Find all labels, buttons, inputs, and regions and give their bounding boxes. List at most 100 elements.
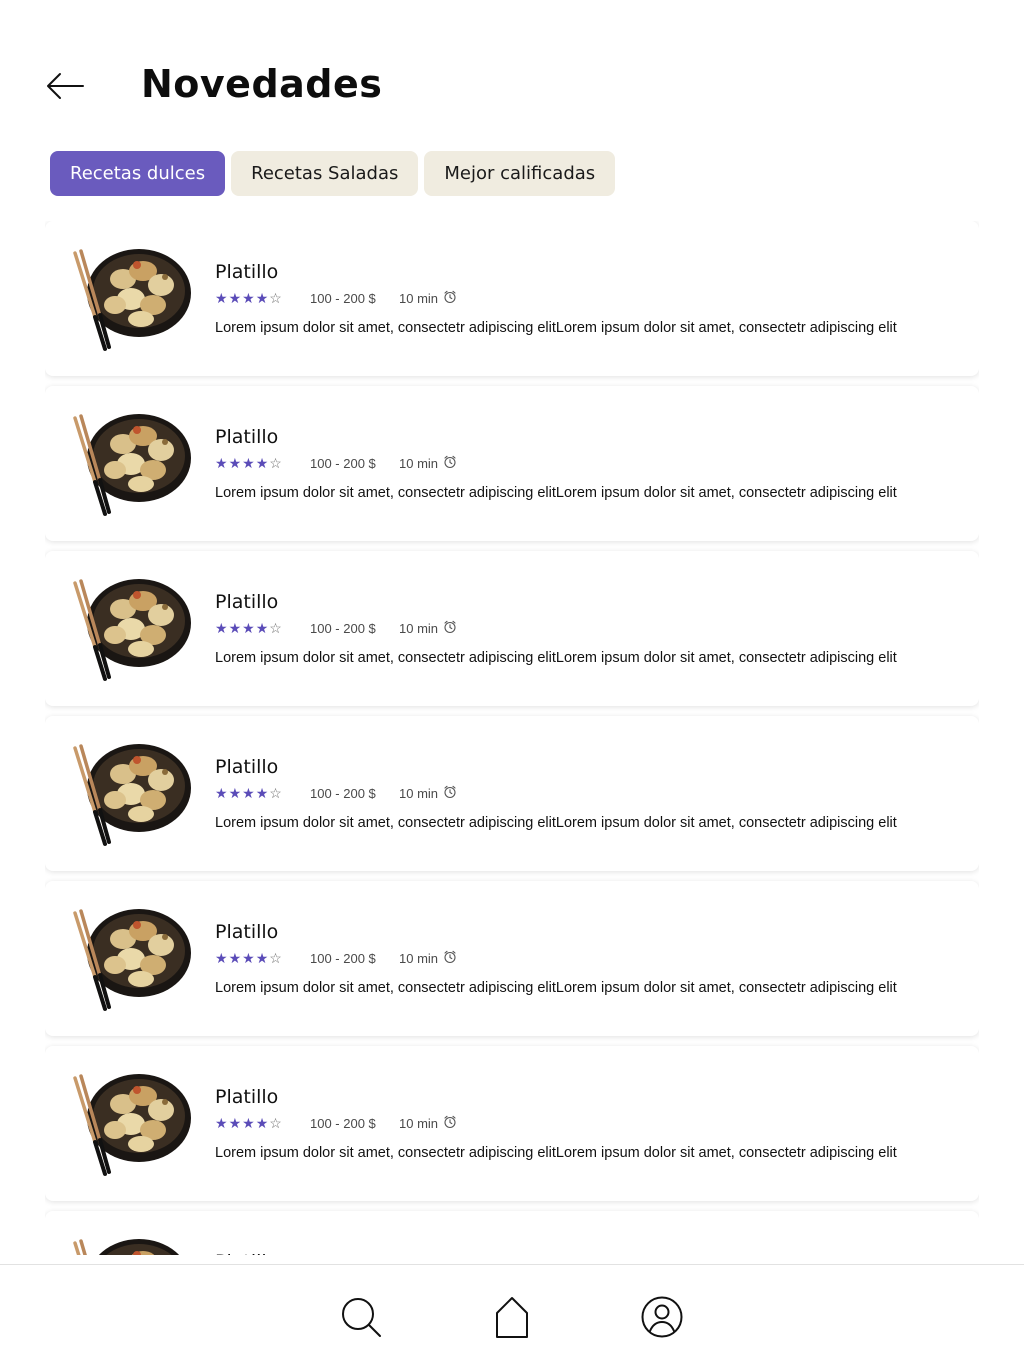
rating-stars: ★ ★ ★ ★ ☆ <box>215 455 310 471</box>
recipe-price: 100 - 200 $ <box>310 785 376 801</box>
star-filled-icon: ★ <box>228 950 242 966</box>
recipe-price: 100 - 200 $ <box>310 290 376 306</box>
recipe-name: Platillo <box>215 426 279 448</box>
recipe-card[interactable]: Platillo ★★★★☆ 100 - 200 $ 10 min Lorem … <box>45 221 979 376</box>
nav-profile-button[interactable] <box>638 1293 686 1341</box>
recipe-price: 100 - 200 $ <box>310 950 376 966</box>
arrow-left-icon <box>47 73 84 99</box>
star-filled-icon: ★ <box>228 1115 242 1131</box>
recipe-meta: ★ ★ ★ ★ ☆ 100 - 200 $ 10 min <box>215 620 457 636</box>
rating-stars: ★ ★ ★ ★ ☆ <box>215 620 310 636</box>
star-filled-icon: ★ <box>215 455 228 471</box>
recipe-time-label: 10 min <box>399 1115 439 1131</box>
clock-icon <box>443 455 457 472</box>
recipe-description: Lorem ipsum dolor sit amet, consectetr a… <box>215 485 897 501</box>
recipe-list: Platillo ★ ★ ★ ★ ☆ 100 - 200 $ 10 min Lorem … <box>45 221 979 1255</box>
star-filled-icon: ★ <box>242 620 255 636</box>
star-filled-icon: ★ <box>255 950 269 966</box>
back-button[interactable] <box>44 68 88 104</box>
recipe-description: Lorem ipsum dolor sit amet, consectetr a… <box>215 1145 897 1161</box>
star-filled-icon: ★ <box>255 290 269 306</box>
star-filled-icon: ★ <box>255 1115 269 1131</box>
tab-recetas-dulces[interactable]: Recetas dulces <box>50 151 226 196</box>
recipe-description: Lorem ipsum dolor sit amet, consectetr a… <box>215 980 897 996</box>
star-filled-icon: ★ <box>255 455 269 471</box>
star-empty-icon: ☆ <box>269 455 282 471</box>
clock-icon <box>443 620 457 637</box>
clock-icon <box>443 785 457 802</box>
recipe-time: 10 min <box>399 620 457 637</box>
star-empty-icon: ☆ <box>269 1115 282 1131</box>
recipe-name: Platillo <box>215 591 279 613</box>
dish-image <box>71 241 195 353</box>
recipe-time: 10 min <box>399 455 457 472</box>
rating-stars: ★ ★ ★ ★ ☆ <box>215 1115 310 1131</box>
recipe-name: Platillo <box>215 1251 278 1255</box>
bottom-nav <box>0 1264 1024 1366</box>
app-screen: Novedades Recetas dulces Recetas Saladas… <box>0 0 1024 1366</box>
header: Novedades <box>0 0 1024 130</box>
recipe-time-label: 10 min <box>399 785 439 801</box>
recipe-time: 10 min <box>399 1115 457 1132</box>
star-filled-icon: ★ <box>215 785 228 801</box>
recipe-description: Lorem ipsum dolor sit amet, consectetr a… <box>215 320 897 336</box>
star-filled-icon: ★ <box>255 620 269 636</box>
home-icon <box>496 1297 528 1338</box>
star-filled-icon: ★ <box>242 290 255 306</box>
recipe-price: 100 - 200 $ <box>310 620 376 636</box>
recipe-meta: ★ ★ ★ ★ ☆ 100 - 200 $ 10 min <box>215 1115 457 1131</box>
star-filled-icon: ★ <box>215 950 228 966</box>
star-filled-icon: ★ <box>228 785 242 801</box>
recipe-meta: ★ ★ ★ ★ ☆ 100 - 200 $ 10 min <box>215 950 457 966</box>
tab-recetas-saladas[interactable]: Recetas Saladas <box>231 151 419 196</box>
star-filled-icon: ★ <box>215 290 228 306</box>
star-empty-icon: ☆ <box>269 620 282 636</box>
dish-image <box>71 1066 195 1178</box>
star-filled-icon: ★ <box>215 620 228 636</box>
recipe-time-label: 10 min <box>399 620 439 636</box>
dish-image <box>71 901 195 1013</box>
search-icon <box>342 1298 381 1337</box>
dish-image <box>71 571 195 683</box>
star-filled-icon: ★ <box>228 620 242 636</box>
star-empty-icon: ☆ <box>269 950 282 966</box>
recipe-card[interactable]: Platillo ★★★★☆ 100 - 200 $ 10 min Lorem … <box>45 881 979 1036</box>
star-filled-icon: ★ <box>242 950 255 966</box>
recipe-price: 100 - 200 $ <box>310 455 376 471</box>
recipe-time: 10 min <box>399 785 457 802</box>
star-filled-icon: ★ <box>242 785 255 801</box>
recipe-meta: ★ ★ ★ ★ ☆ 100 - 200 $ 10 min <box>215 455 457 471</box>
recipe-time-label: 10 min <box>399 950 439 966</box>
rating-stars: ★ ★ ★ ★ ☆ <box>215 785 310 801</box>
tab-mejor-calificadas[interactable]: Mejor calificadas <box>424 151 616 196</box>
recipe-time-label: 10 min <box>399 290 439 306</box>
rating-stars: ★ ★ ★ ★ ☆ <box>215 950 310 966</box>
recipe-description: Lorem ipsum dolor sit amet, consectetr a… <box>215 815 897 831</box>
dish-image <box>71 406 195 518</box>
dish-image <box>71 1231 195 1255</box>
page-title: Novedades <box>141 62 383 106</box>
recipe-card[interactable]: Platillo ★★★★☆ 100 - 200 $ 10 min Lorem … <box>45 716 979 871</box>
star-filled-icon: ★ <box>228 290 242 306</box>
clock-icon <box>443 950 457 967</box>
recipe-meta: ★ ★ ★ ★ ☆ 100 - 200 $ 10 min <box>215 785 457 801</box>
recipe-card[interactable]: Platillo ★★★★☆ 100 - 200 $ 10 min Lorem … <box>45 1046 979 1201</box>
dish-image <box>71 736 195 848</box>
clock-icon <box>443 290 457 307</box>
star-filled-icon: ★ <box>242 1115 255 1131</box>
recipe-card[interactable]: Platillo ★★★★☆ 100 - 200 $ 10 min Lorem … <box>45 386 979 541</box>
category-tabs: Recetas dulces Recetas Saladas Mejor cal… <box>50 151 616 196</box>
star-filled-icon: ★ <box>242 455 255 471</box>
nav-home-button[interactable] <box>488 1293 536 1341</box>
nav-search-button[interactable] <box>337 1293 385 1341</box>
star-empty-icon: ☆ <box>269 785 282 801</box>
recipe-name: Platillo <box>215 261 279 283</box>
star-empty-icon: ☆ <box>269 290 282 306</box>
recipe-card[interactable]: Platillo ★★★★☆ 100 - 200 $ 10 min Lorem … <box>45 551 979 706</box>
recipe-time-label: 10 min <box>399 455 439 471</box>
star-filled-icon: ★ <box>215 1115 228 1131</box>
recipe-card[interactable]: Platillo ★★★★☆ 100 - 200 $ 10 min Lorem … <box>45 1211 979 1255</box>
recipe-name: Platillo <box>215 756 279 778</box>
recipe-description: Lorem ipsum dolor sit amet, consectetr a… <box>215 650 897 666</box>
recipe-price: 100 - 200 $ <box>310 1115 376 1131</box>
